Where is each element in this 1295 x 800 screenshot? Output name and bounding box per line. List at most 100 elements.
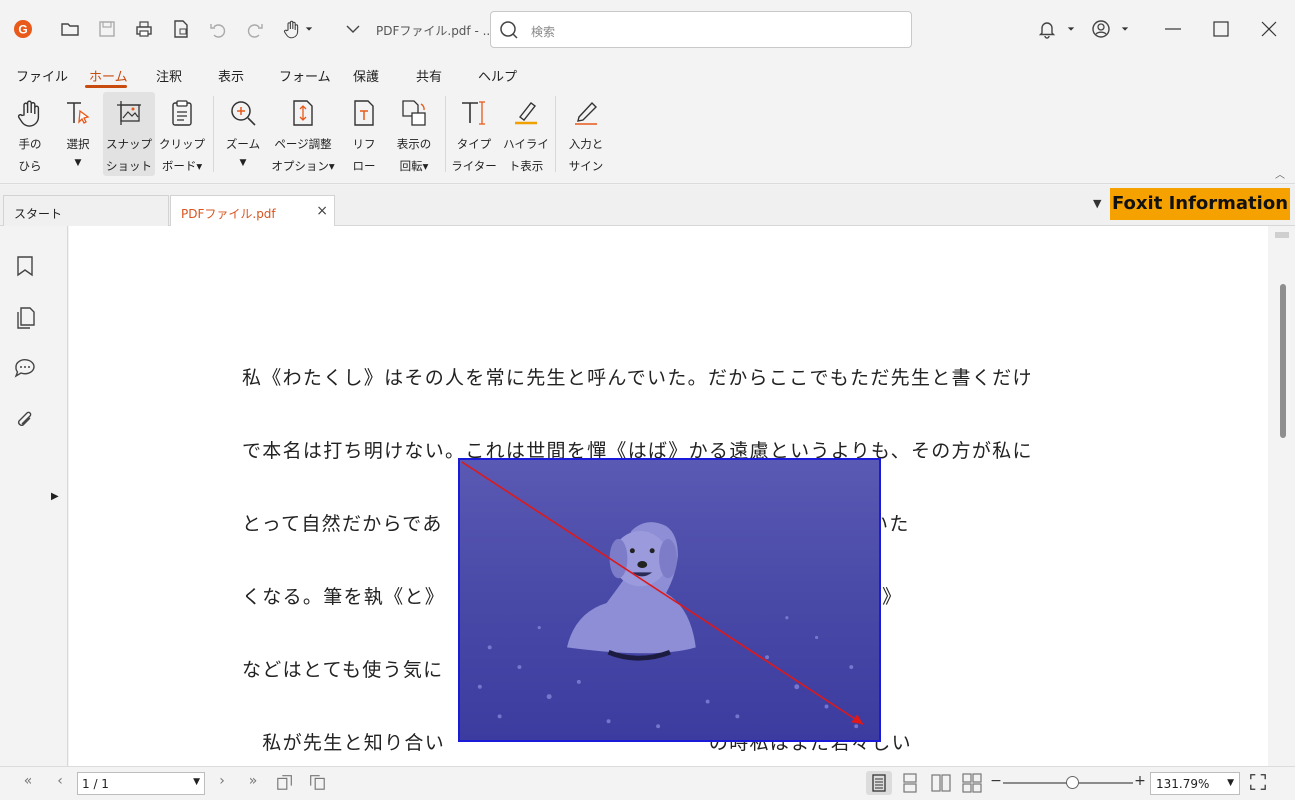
menu-protect[interactable]: 保護 <box>353 66 379 85</box>
page-number-field[interactable]: 1 / 1 ▼ <box>77 772 205 795</box>
next-page-icon[interactable]: › <box>212 773 232 793</box>
hand-tool-dropdown-icon[interactable] <box>302 16 316 42</box>
fill-sign-button[interactable]: 入力と サイン <box>560 92 612 176</box>
zoom-slider-thumb[interactable] <box>1066 776 1079 789</box>
zoom-in-icon[interactable]: + <box>1130 773 1150 793</box>
highlight-button[interactable]: ハイライ ト表示 <box>500 92 552 176</box>
page-fit-button[interactable]: ページ調整 オプション▾ <box>270 92 336 176</box>
ribbon-separator <box>445 96 446 172</box>
document-view[interactable]: 私《わたくし》はその人を常に先生と呼んでいた。だからここでもただ先生と書くだけ … <box>69 226 1268 766</box>
hand-tool-button[interactable]: 手の ひら <box>4 92 56 176</box>
search-placeholder: 検索 <box>531 25 556 39</box>
zoom-level-value: 131.79% <box>1156 777 1210 791</box>
ribbon-separator <box>555 96 556 172</box>
bell-icon[interactable] <box>1034 16 1060 42</box>
menu-share[interactable]: 共有 <box>416 66 442 85</box>
expand-sidebar-icon[interactable]: ▶ <box>51 491 59 502</box>
next-view-icon[interactable] <box>307 773 327 793</box>
page-dropdown-icon[interactable]: ▼ <box>193 777 200 787</box>
tab-list-dropdown-icon[interactable]: ▼ <box>1093 197 1101 210</box>
save-icon[interactable] <box>94 16 120 42</box>
menu-help[interactable]: ヘルプ <box>478 66 517 85</box>
status-bar: « ‹ 1 / 1 ▼ › » − + 131.79% ▼ <box>0 766 1295 800</box>
clipboard-icon <box>172 100 192 126</box>
foxit-information-banner[interactable]: Foxit Information <box>1110 188 1290 220</box>
clipboard-button[interactable]: クリップ ボード▾ <box>156 92 208 176</box>
document-text-line: 私《わたくし》はその人を常に先生と呼んでいた。だからここでもただ先生と書くだけ <box>242 367 1033 389</box>
continuous-facing-view-icon[interactable] <box>959 771 985 795</box>
account-dropdown-icon[interactable] <box>1118 16 1132 42</box>
undo-icon[interactable] <box>205 16 231 42</box>
select-label: 選択 <box>66 137 90 151</box>
minimize-icon[interactable] <box>1160 16 1186 42</box>
snapshot-button[interactable]: スナップ ショット <box>103 92 155 176</box>
account-icon[interactable] <box>1088 16 1114 42</box>
title-bar: G PDFファイル.pdf - ... 検索 <box>0 0 1295 58</box>
print-icon[interactable] <box>131 16 157 42</box>
foxit-logo-icon[interactable]: G <box>10 16 36 42</box>
reflow-label: リフ <box>352 137 376 151</box>
reflow-button[interactable]: リフ ロー <box>338 92 390 176</box>
first-page-icon[interactable]: « <box>18 773 38 793</box>
create-pdf-icon[interactable] <box>168 16 194 42</box>
last-page-icon[interactable]: » <box>243 773 263 793</box>
highlight-icon <box>515 102 537 125</box>
zoom-icon <box>231 101 256 126</box>
previous-page-icon[interactable]: ‹ <box>50 773 70 793</box>
previous-view-icon[interactable] <box>275 773 295 793</box>
page-number-value: 1 / 1 <box>82 777 109 791</box>
menu-home[interactable]: ホーム <box>89 66 128 85</box>
attachments-icon[interactable] <box>13 409 37 433</box>
search-icon <box>500 21 518 39</box>
tab-pdf-file[interactable]: PDFファイル.pdf × <box>170 195 335 227</box>
snapshot-selection[interactable] <box>458 458 881 742</box>
select-dropdown-icon[interactable]: ▼ <box>52 158 104 168</box>
hand-tool-label-2: ひら <box>18 159 42 173</box>
tab-start[interactable]: スタート <box>3 195 169 226</box>
menu-view[interactable]: 表示 <box>218 66 244 85</box>
quick-access-dropdown-icon[interactable] <box>340 16 366 42</box>
document-text-line: などはとても使う気に <box>242 659 444 681</box>
typewriter-button[interactable]: タイプ ライター <box>448 92 500 176</box>
reflow-label-2: ロー <box>352 159 376 173</box>
single-page-view-icon[interactable] <box>866 771 892 795</box>
open-folder-icon[interactable] <box>57 16 83 42</box>
continuous-view-icon[interactable] <box>897 771 923 795</box>
redo-icon[interactable] <box>242 16 268 42</box>
clipboard-label: クリップ <box>159 137 205 151</box>
rotate-view-icon <box>402 100 426 126</box>
document-tab-bar: スタート PDFファイル.pdf × ▼ Foxit Information <box>0 185 1295 227</box>
snapshot-icon <box>117 101 141 125</box>
menu-file[interactable]: ファイル <box>16 66 68 85</box>
scroll-thumb[interactable] <box>1280 284 1286 438</box>
search-box[interactable]: 検索 <box>490 11 912 48</box>
tab-start-label: スタート <box>14 207 63 221</box>
close-window-icon[interactable] <box>1256 16 1282 42</box>
menu-comment[interactable]: 注釈 <box>156 66 182 85</box>
full-screen-icon[interactable] <box>1248 773 1268 793</box>
collapse-ribbon-icon[interactable]: ︿ <box>1275 166 1285 181</box>
dog-photo-image <box>460 460 879 740</box>
facing-view-icon[interactable] <box>928 771 954 795</box>
bookmark-icon[interactable] <box>13 254 37 278</box>
svg-text:G: G <box>18 23 27 37</box>
zoom-dropdown-icon[interactable]: ▼ <box>217 158 269 168</box>
comments-icon[interactable] <box>13 356 37 380</box>
fill-sign-label: 入力と <box>568 137 604 151</box>
zoom-dropdown-icon[interactable]: ▼ <box>1227 778 1234 788</box>
scroll-up-button[interactable] <box>1275 232 1289 238</box>
menu-form[interactable]: フォーム <box>279 66 331 85</box>
zoom-button[interactable]: ズーム ▼ <box>217 92 269 176</box>
maximize-icon[interactable] <box>1208 16 1234 42</box>
rotate-view-button[interactable]: 表示の 回転▾ <box>388 92 440 176</box>
hand-tool-label: 手の <box>18 137 42 151</box>
hand-icon <box>17 100 40 127</box>
vertical-scrollbar[interactable] <box>1268 226 1295 766</box>
select-button[interactable]: 選択 ▼ <box>52 92 104 176</box>
bell-dropdown-icon[interactable] <box>1064 16 1078 42</box>
close-tab-icon[interactable]: × <box>316 203 328 219</box>
zoom-level-field[interactable]: 131.79% ▼ <box>1150 772 1240 795</box>
page-fit-label: ページ調整 <box>274 137 332 151</box>
zoom-label: ズーム <box>225 137 261 151</box>
page-thumbnails-icon[interactable] <box>13 306 37 330</box>
